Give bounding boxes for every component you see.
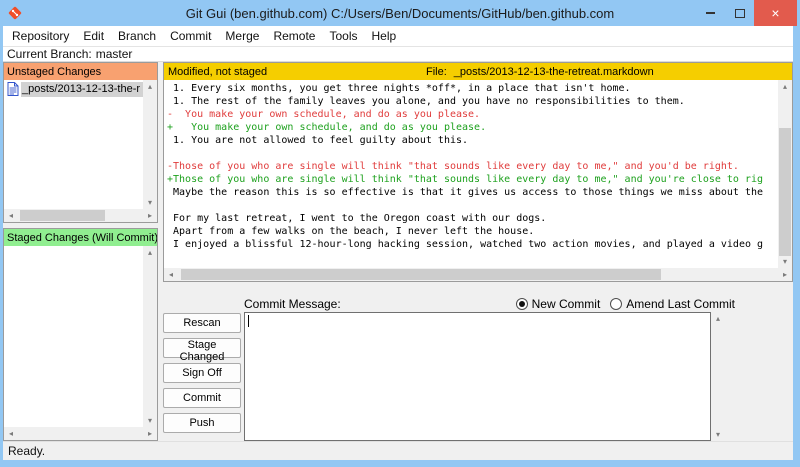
scroll-up-icon[interactable]	[143, 246, 157, 259]
commit-message-label: Commit Message:	[244, 297, 341, 311]
radio-new-commit[interactable]: New Commit	[516, 297, 601, 311]
radio-new-commit-label: New Commit	[532, 297, 601, 311]
scroll-down-icon[interactable]	[143, 196, 157, 209]
diff-panel: Modified, not staged File: _posts/2013-1…	[163, 62, 793, 282]
diff-status-label: Modified, not staged	[168, 66, 267, 78]
unstaged-header: Unstaged Changes	[4, 63, 157, 80]
maximize-icon	[735, 9, 745, 18]
staged-hscrollbar[interactable]	[4, 427, 157, 440]
diff-text[interactable]: 1. Every six months, you get three night…	[164, 80, 778, 268]
diff-line-context: For my last retreat, I went to the Orego…	[167, 212, 778, 225]
diff-line-add: +Those of you who are single will think …	[167, 173, 778, 186]
rescan-button[interactable]: Rescan	[163, 313, 241, 333]
commit-action-buttons: Rescan Stage Changed Sign Off Commit Push	[163, 312, 241, 441]
scrollbar-thumb[interactable]	[20, 210, 105, 221]
push-button[interactable]: Push	[163, 413, 241, 433]
minimize-icon	[706, 12, 715, 14]
scroll-up-icon[interactable]	[778, 80, 792, 93]
close-icon: ×	[771, 5, 779, 21]
branch-bar: Current Branch: master	[3, 47, 793, 62]
radio-icon	[516, 298, 528, 310]
scroll-up-icon[interactable]	[711, 312, 725, 325]
diff-header: Modified, not staged File: _posts/2013-1…	[164, 63, 792, 80]
diff-line-context: I enjoyed a blissful 12-hour-long hackin…	[167, 238, 778, 251]
diff-line-context	[167, 199, 778, 212]
commit-area: Commit Message: New Commit Amend Last Co…	[163, 295, 793, 441]
diff-vscrollbar[interactable]	[778, 80, 792, 268]
sign-off-button[interactable]: Sign Off	[163, 363, 241, 383]
scroll-up-icon[interactable]	[143, 80, 157, 93]
scroll-down-icon[interactable]	[778, 255, 792, 268]
unstaged-hscrollbar[interactable]	[4, 209, 157, 222]
minimize-button[interactable]	[696, 0, 725, 26]
radio-amend-last-commit[interactable]: Amend Last Commit	[610, 297, 735, 311]
diff-line-del: -Those of you who are single will think …	[167, 160, 778, 173]
menu-help[interactable]: Help	[364, 29, 403, 43]
menu-repository[interactable]: Repository	[5, 29, 76, 43]
unstaged-file-name[interactable]: _posts/2013-12-13-the-r	[21, 82, 143, 97]
title-bar[interactable]: Git Gui (ben.github.com) C:/Users/Ben/Do…	[0, 0, 800, 26]
git-app-icon	[7, 5, 23, 21]
commit-button[interactable]: Commit	[163, 388, 241, 408]
commit-message-vscrollbar[interactable]	[711, 312, 725, 441]
git-gui-window: Git Gui (ben.github.com) C:/Users/Ben/Do…	[0, 0, 800, 467]
staged-changes-panel: Staged Changes (Will Commit)	[3, 228, 158, 441]
menu-merge[interactable]: Merge	[218, 29, 266, 43]
scroll-down-icon[interactable]	[711, 428, 725, 441]
diff-line-del: - You make your own schedule, and do as …	[167, 108, 778, 121]
diff-line-add: + You make your own schedule, and do as …	[167, 121, 778, 134]
scrollbar-thumb[interactable]	[779, 128, 791, 256]
scroll-right-icon[interactable]	[143, 427, 157, 440]
scroll-right-icon[interactable]	[143, 209, 157, 222]
maximize-button[interactable]	[725, 0, 754, 26]
diff-line-context: 1. The rest of the family leaves you alo…	[167, 95, 778, 108]
scroll-left-icon[interactable]	[4, 209, 18, 222]
unstaged-file-row[interactable]: _posts/2013-12-13-the-r	[4, 81, 143, 97]
radio-icon	[610, 298, 622, 310]
menu-edit[interactable]: Edit	[76, 29, 111, 43]
unstaged-changes-panel: Unstaged Changes	[3, 62, 158, 223]
staged-header: Staged Changes (Will Commit)	[4, 229, 157, 246]
diff-line-context: 1. Every six months, you get three night…	[167, 82, 778, 95]
current-branch-value: master	[96, 47, 133, 61]
close-button[interactable]: ×	[754, 0, 797, 26]
staged-vscrollbar[interactable]	[143, 246, 157, 427]
diff-file-path: _posts/2013-12-13-the-retreat.markdown	[454, 66, 654, 78]
scroll-down-icon[interactable]	[143, 414, 157, 427]
diff-file-label: File:	[426, 66, 447, 78]
window-title: Git Gui (ben.github.com) C:/Users/Ben/Do…	[0, 6, 800, 21]
commit-message-input[interactable]	[244, 312, 711, 441]
commit-type-radio-group: New Commit Amend Last Commit	[516, 297, 735, 311]
menu-branch[interactable]: Branch	[111, 29, 163, 43]
staged-file-list[interactable]	[4, 246, 143, 427]
menu-bar: RepositoryEditBranchCommitMergeRemoteToo…	[3, 26, 793, 47]
stage-changed-button[interactable]: Stage Changed	[163, 338, 241, 358]
scroll-right-icon[interactable]	[778, 268, 792, 281]
diff-line-context: 1. You are not allowed to feel guilty ab…	[167, 134, 778, 147]
status-bar: Ready.	[3, 441, 793, 460]
modified-file-icon[interactable]	[4, 82, 21, 96]
unstaged-file-list[interactable]: _posts/2013-12-13-the-r	[4, 80, 143, 209]
diff-hscrollbar[interactable]	[164, 268, 792, 281]
text-caret	[248, 315, 249, 327]
scroll-left-icon[interactable]	[164, 268, 178, 281]
menu-remote[interactable]: Remote	[266, 29, 322, 43]
menu-tools[interactable]: Tools	[322, 29, 364, 43]
diff-line-context	[167, 147, 778, 160]
radio-amend-label: Amend Last Commit	[626, 297, 735, 311]
diff-line-context: Maybe the reason this is so effective is…	[167, 186, 778, 199]
scrollbar-thumb[interactable]	[181, 269, 661, 280]
menu-commit[interactable]: Commit	[163, 29, 218, 43]
current-branch-label: Current Branch:	[7, 47, 92, 61]
status-text: Ready.	[8, 444, 45, 458]
scroll-left-icon[interactable]	[4, 427, 18, 440]
diff-line-context: Apart from a few walks on the beach, I n…	[167, 225, 778, 238]
unstaged-vscrollbar[interactable]	[143, 80, 157, 209]
